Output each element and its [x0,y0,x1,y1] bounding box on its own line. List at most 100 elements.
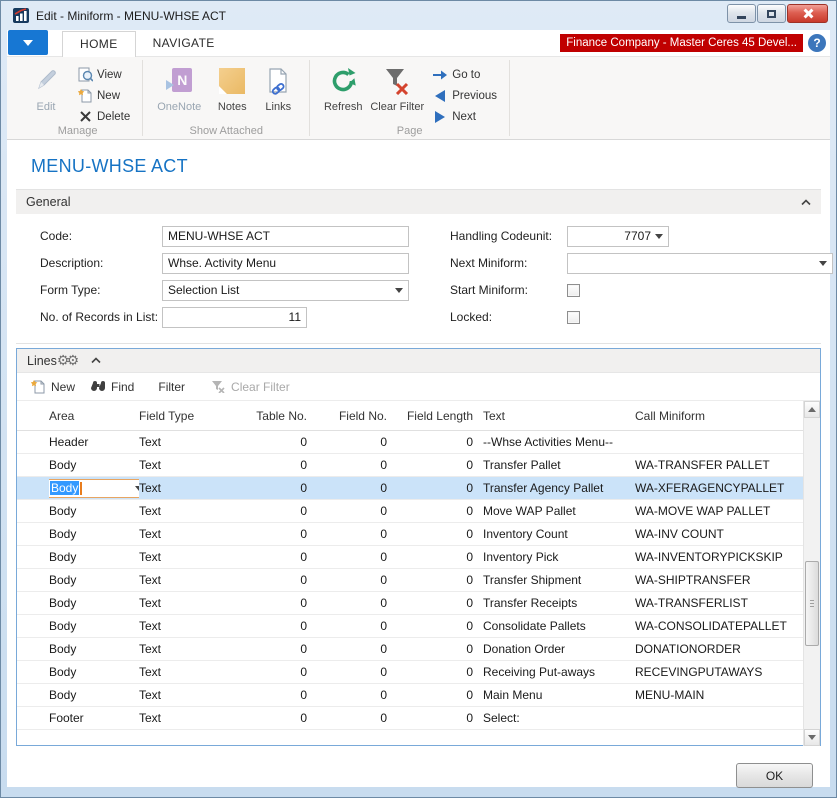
column-header-call-miniform[interactable]: Call Miniform [635,409,803,423]
table-row[interactable]: BodyText000Main MenuMENU-MAIN [17,684,803,707]
edit-button[interactable]: Edit [19,61,73,113]
chevron-down-icon [23,40,33,46]
table-row[interactable]: BodyText000Receiving Put-awaysRECEVINGPU… [17,661,803,684]
column-header-table-no[interactable]: Table No. [237,409,307,423]
table-row[interactable]: BodyText000Transfer Agency PalletWA-XFER… [17,477,803,500]
cell-fno: 0 [307,504,387,518]
cell-fno: 0 [307,688,387,702]
column-header-field-length[interactable]: Field Length [387,409,473,423]
next-miniform-dropdown[interactable] [567,253,833,274]
cell-flen: 0 [387,642,473,656]
cell-ftype: Text [139,458,237,472]
column-header-field-no[interactable]: Field No. [307,409,387,423]
lines-new-button[interactable]: New [25,376,83,398]
links-button[interactable]: Links [255,61,301,113]
cell-fno: 0 [307,458,387,472]
previous-button[interactable]: Previous [428,86,501,105]
vertical-scrollbar[interactable] [803,401,820,746]
onenote-icon: N [166,64,192,98]
cell-text: Select: [473,711,635,725]
tab-navigate[interactable]: NAVIGATE [136,31,232,56]
collapse-icon[interactable] [91,357,101,364]
area-combo-editor[interactable]: Body [49,479,139,498]
cell-call: WA-INVENTORYPICKSKIP [635,550,803,564]
table-row[interactable]: BodyText000Transfer ReceiptsWA-TRANSFERL… [17,592,803,615]
lines-filter-button[interactable]: Filter [144,377,193,397]
cell-area: Body [49,688,139,702]
customize-gears-icon[interactable]: ⚙ ⚙ [57,352,77,369]
notes-button[interactable]: Notes [209,61,255,113]
form-type-dropdown[interactable]: Selection List [162,280,409,301]
arrow-down-icon [808,735,816,740]
cell-ftype: Text [139,642,237,656]
collapse-icon[interactable] [801,199,811,206]
no-of-records-label: No. of Records in List: [40,310,162,324]
onenote-button[interactable]: N OneNote [149,61,209,113]
close-button[interactable] [787,4,828,23]
tab-home[interactable]: HOME [62,31,136,57]
cell-fno: 0 [307,481,387,495]
locked-checkbox[interactable] [567,311,580,324]
no-of-records-input[interactable] [162,307,307,328]
handling-codeunit-dropdown[interactable]: 7707 [567,226,669,247]
column-header-text[interactable]: Text [473,409,635,423]
ribbon-separator [509,60,510,136]
table-row[interactable]: BodyText000Transfer ShipmentWA-SHIPTRANS… [17,569,803,592]
scroll-down-button[interactable] [804,729,820,746]
code-input[interactable] [162,226,409,247]
table-row[interactable]: BodyText000Inventory PickWA-INVENTORYPIC… [17,546,803,569]
cell-ftype: Text [139,688,237,702]
next-button[interactable]: Next [428,107,501,126]
goto-button[interactable]: Go to [428,65,501,84]
minimize-icon [737,16,746,19]
help-icon[interactable]: ? [808,34,826,52]
handling-codeunit-label: Handling Codeunit: [450,229,567,243]
minimize-button[interactable] [727,4,756,23]
cell-area: Body [49,550,139,564]
ribbon-tabstrip: HOME NAVIGATE Finance Company - Master C… [7,30,830,56]
scrollbar-thumb[interactable] [805,561,819,646]
table-row[interactable]: BodyText000Move WAP PalletWA-MOVE WAP PA… [17,500,803,523]
cell-call: WA-TRANSFER PALLET [635,458,803,472]
table-row[interactable]: FooterText000Select: [17,707,803,730]
table-row[interactable]: BodyText000Inventory CountWA-INV COUNT [17,523,803,546]
cell-flen: 0 [387,435,473,449]
table-row[interactable]: BodyText000Donation OrderDONATIONORDER [17,638,803,661]
company-badge: Finance Company - Master Ceres 45 Devel.… [560,34,803,52]
start-miniform-checkbox[interactable] [567,284,580,297]
lines-clear-filter-button[interactable]: Clear Filter [205,376,298,398]
application-menu-button[interactable] [8,30,48,55]
table-row[interactable]: BodyText000Consolidate PalletsWA-CONSOLI… [17,615,803,638]
cell-tno: 0 [237,550,307,564]
description-input[interactable] [162,253,409,274]
form-type-label: Form Type: [40,283,162,297]
cell-text: Main Menu [473,688,635,702]
table-row[interactable]: BodyText000Transfer PalletWA-TRANSFER PA… [17,454,803,477]
cell-fno: 0 [307,711,387,725]
clear-filter-icon [210,379,226,395]
cell-tno: 0 [237,573,307,587]
refresh-button[interactable]: Refresh [316,61,370,113]
scroll-up-button[interactable] [804,401,820,418]
links-icon [266,64,290,98]
cell-call: WA-INV COUNT [635,527,803,541]
new-button[interactable]: New [73,86,134,105]
column-header-field-type[interactable]: Field Type [139,409,237,423]
general-header[interactable]: General [16,190,821,214]
view-button[interactable]: View [73,65,134,84]
cell-call: DONATIONORDER [635,642,803,656]
cell-ftype: Text [139,504,237,518]
arrow-up-icon [808,407,816,412]
lines-toolbar: New Find Filter [17,373,820,400]
lines-header[interactable]: Lines ⚙ ⚙ [17,349,820,373]
table-row[interactable]: HeaderText000--Whse Activities Menu-- [17,431,803,454]
ok-button[interactable]: OK [736,763,813,788]
delete-button[interactable]: Delete [73,107,134,126]
cell-area: Body [49,504,139,518]
clear-filter-button[interactable]: Clear Filter [370,61,424,113]
cell-tno: 0 [237,504,307,518]
maximize-button[interactable] [757,4,786,23]
column-header-area[interactable]: Area [49,409,139,423]
cell-ftype: Text [139,711,237,725]
lines-find-button[interactable]: Find [85,376,142,398]
